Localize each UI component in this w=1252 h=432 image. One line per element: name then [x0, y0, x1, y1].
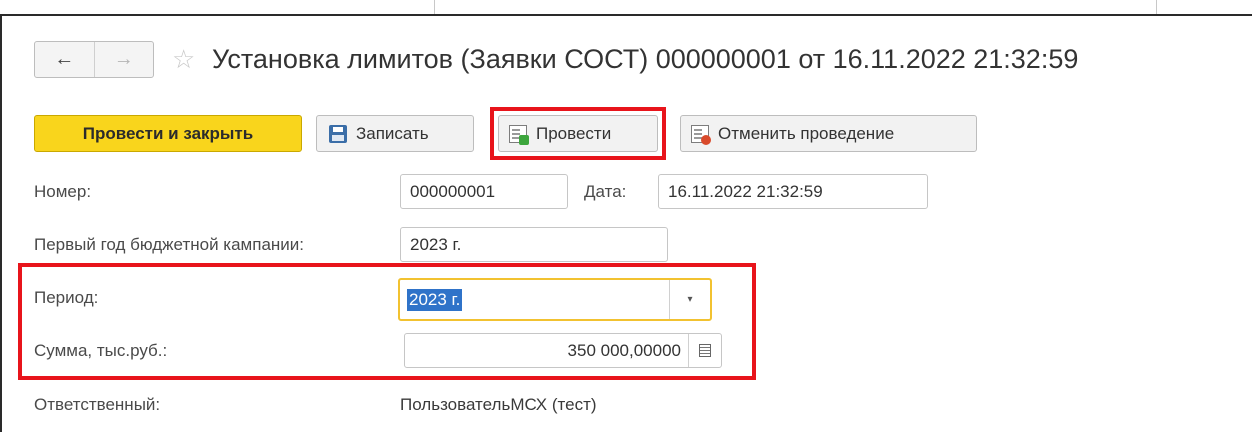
period-select[interactable]: 2023 г. ▾ — [398, 278, 712, 321]
post-and-close-button[interactable]: Провести и закрыть — [34, 115, 302, 152]
first-year-label: Первый год бюджетной кампании: — [34, 235, 305, 254]
chevron-down-icon: ▾ — [687, 294, 693, 305]
forward-button[interactable]: → — [95, 42, 154, 77]
window-left-frame — [0, 14, 2, 432]
frame-divider — [434, 0, 435, 14]
responsible-value[interactable]: ПользовательМСХ (тест) — [400, 395, 597, 415]
arrow-left-icon: ← — [54, 48, 75, 70]
page-title: Установка лимитов (Заявки СОСТ) 00000000… — [212, 44, 1079, 74]
dropdown-button[interactable]: ▾ — [669, 280, 710, 319]
document-post-icon — [509, 124, 529, 145]
number-label: Номер: — [34, 182, 92, 201]
responsible-label: Ответственный: — [34, 395, 161, 414]
calculator-icon — [699, 344, 711, 357]
floppy-disk-icon — [329, 124, 347, 143]
window-top-frame — [0, 0, 1252, 16]
first-year-field[interactable]: 2023 г. — [400, 227, 668, 262]
sum-value: 350 000,00000 — [567, 340, 681, 360]
number-field[interactable]: 000000001 — [400, 174, 568, 209]
number-value: 000000001 — [410, 181, 496, 201]
post-and-close-label: Провести и закрыть — [82, 123, 254, 143]
unpost-button[interactable]: Отменить проведение — [680, 115, 977, 152]
frame-divider — [1156, 0, 1157, 14]
post-button[interactable]: Провести — [498, 115, 658, 152]
date-value: 16.11.2022 21:32:59 — [668, 181, 823, 201]
date-label: Дата: — [584, 182, 627, 201]
period-value: 2023 г. — [407, 288, 463, 311]
save-label: Записать — [356, 123, 429, 143]
save-button[interactable]: Записать — [316, 115, 474, 152]
sum-field[interactable]: 350 000,00000 — [404, 333, 722, 368]
unpost-label: Отменить проведение — [718, 123, 895, 143]
star-icon[interactable]: ☆ — [172, 44, 195, 74]
period-label: Период: — [34, 288, 99, 307]
date-field[interactable]: 16.11.2022 21:32:59 — [658, 174, 928, 209]
navigation-group: ← → — [34, 41, 154, 78]
calculator-button[interactable] — [688, 334, 721, 367]
back-button[interactable]: ← — [35, 42, 95, 77]
arrow-right-icon: → — [113, 48, 134, 70]
document-unpost-icon — [691, 124, 711, 145]
post-label: Провести — [536, 123, 612, 143]
sum-label: Сумма, тыс.руб.: — [34, 341, 168, 360]
first-year-value: 2023 г. — [410, 234, 462, 254]
